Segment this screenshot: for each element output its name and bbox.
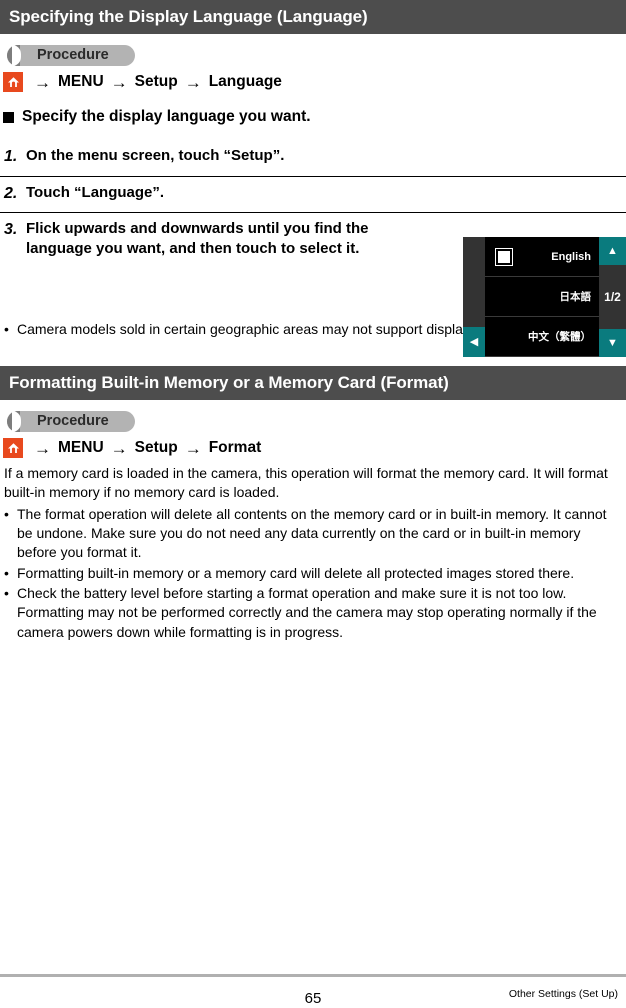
section-title-format: Formatting Built-in Memory or a Memory C… bbox=[0, 366, 626, 400]
camera-row-label: 日本語 bbox=[559, 291, 592, 303]
note-item: • Check the battery level before startin… bbox=[4, 584, 621, 642]
procedure-badge-2: Procedure bbox=[7, 411, 135, 432]
section-title-language: Specifying the Display Language (Languag… bbox=[0, 0, 626, 34]
note-list: • The format operation will delete all c… bbox=[4, 505, 621, 642]
procedure-label: Procedure bbox=[37, 47, 109, 63]
back-arrow-glyph: ◀ bbox=[469, 335, 479, 348]
page-indicator: 1/2 bbox=[604, 290, 621, 304]
home-icon bbox=[3, 438, 23, 458]
square-bullet-icon bbox=[3, 112, 14, 123]
subheading-specify-language: Specify the display language you want. bbox=[3, 108, 626, 126]
step-number: 1. bbox=[4, 148, 18, 165]
menu-path-language: → MENU → Setup → Language bbox=[3, 72, 626, 92]
menu-path-format: → MENU → Setup → Format bbox=[3, 438, 626, 458]
path-arrow-2-icon: → bbox=[110, 438, 128, 458]
camera-back-arrow-icon[interactable]: ◀ bbox=[463, 327, 485, 357]
scroll-down-arrow-icon[interactable]: ▼ bbox=[599, 329, 626, 357]
camera-screen-left-bar: ◀ bbox=[463, 237, 485, 357]
camera-row-label: 中文（繁體） bbox=[528, 331, 591, 343]
note-text: Formatting built-in memory or a memory c… bbox=[17, 564, 575, 581]
camera-row-chinese[interactable]: 中文（繁體） bbox=[485, 317, 599, 357]
path-arrow-3-icon: → bbox=[184, 438, 202, 458]
format-paragraph: If a memory card is loaded in the camera… bbox=[4, 465, 608, 501]
note-text: Check the battery level before starting … bbox=[17, 584, 597, 640]
procedure-label: Procedure bbox=[37, 413, 109, 429]
procedure-badge-1: Procedure bbox=[7, 45, 135, 66]
path-item-setup[interactable]: Setup bbox=[135, 73, 178, 91]
bullet-icon: • bbox=[4, 505, 9, 522]
path-arrow-3-icon: → bbox=[184, 72, 202, 92]
camera-row-japanese[interactable]: 日本語 bbox=[485, 277, 599, 317]
camera-row-english[interactable]: English bbox=[485, 237, 599, 277]
path-item-setup[interactable]: Setup bbox=[135, 439, 178, 457]
path-item-menu[interactable]: MENU bbox=[58, 439, 104, 457]
footer-divider bbox=[0, 974, 626, 977]
note-item: • Formatting built-in memory or a memory… bbox=[4, 564, 621, 583]
bullet-icon: • bbox=[4, 564, 9, 581]
camera-screen-illustration: ◀ English 日本語 中文（繁體） ▲ 1/2 ▼ bbox=[463, 237, 626, 357]
path-item-format[interactable]: Format bbox=[209, 439, 262, 457]
step-item: 1. On the menu screen, touch “Setup”. bbox=[0, 140, 626, 176]
bullet-icon: • bbox=[4, 320, 9, 337]
step-number: 3. bbox=[4, 221, 18, 239]
path-item-language[interactable]: Language bbox=[209, 73, 282, 91]
path-item-menu[interactable]: MENU bbox=[58, 73, 104, 91]
camera-row-label: English bbox=[551, 250, 591, 263]
step-item: 2. Touch “Language”. bbox=[0, 175, 626, 213]
step-text: On the menu screen, touch “Setup”. bbox=[26, 147, 285, 164]
step-number: 2. bbox=[4, 184, 18, 202]
checkbox-icon[interactable] bbox=[496, 248, 512, 265]
step-text: Flick upwards and downwards until you fi… bbox=[26, 220, 369, 258]
path-arrow-1-icon: → bbox=[34, 438, 51, 458]
manual-page: Specifying the Display Language (Languag… bbox=[0, 0, 626, 1008]
home-icon bbox=[3, 72, 23, 92]
path-arrow-2-icon: → bbox=[110, 72, 128, 92]
note-item: • The format operation will delete all c… bbox=[4, 505, 621, 563]
subheading-text: Specify the display language you want. bbox=[22, 108, 311, 125]
path-arrow-1-icon: → bbox=[34, 72, 51, 92]
down-arrow-glyph: ▼ bbox=[607, 336, 618, 349]
note-text: The format operation will delete all con… bbox=[17, 505, 607, 561]
format-body: If a memory card is loaded in the camera… bbox=[0, 464, 626, 642]
footer-caption: Other Settings (Set Up) bbox=[508, 988, 618, 1000]
bullet-icon: • bbox=[4, 584, 9, 601]
up-arrow-glyph: ▲ bbox=[607, 244, 618, 257]
camera-screen-right-bar: ▲ 1/2 ▼ bbox=[599, 237, 626, 357]
scroll-up-arrow-icon[interactable]: ▲ bbox=[599, 237, 626, 265]
step-text: Touch “Language”. bbox=[26, 183, 165, 201]
